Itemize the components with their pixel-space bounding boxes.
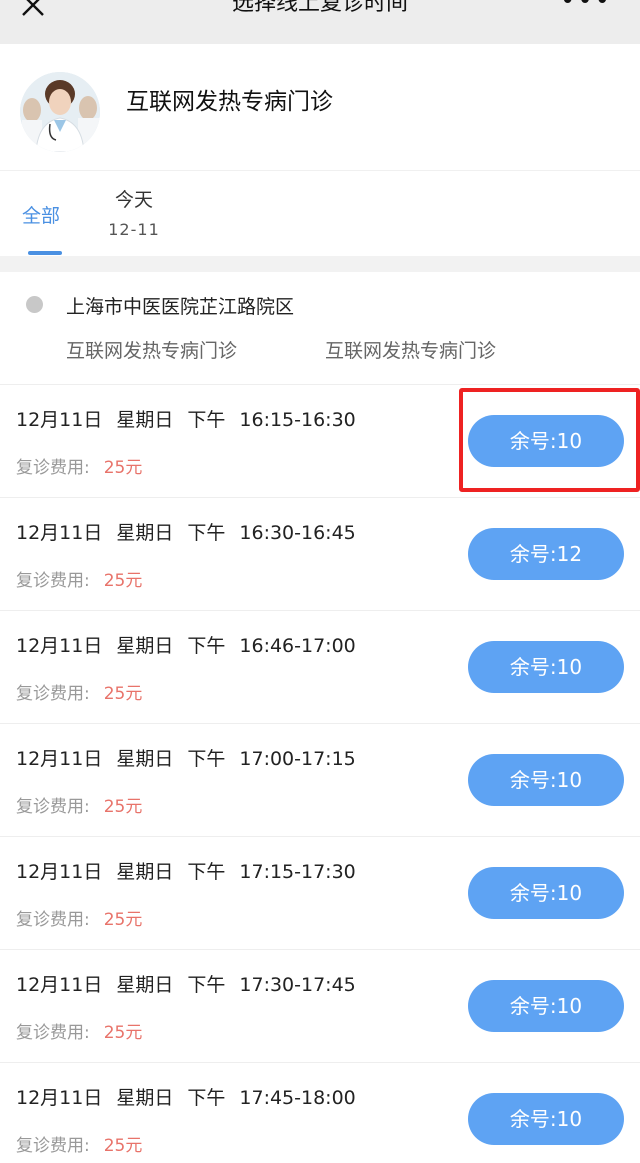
- remaining-slots-button[interactable]: 余号:12: [468, 528, 624, 580]
- slot-weekday: 星期日: [116, 974, 174, 996]
- fee-value: 25元: [103, 910, 143, 930]
- slot-date: 12月11日: [16, 1087, 103, 1109]
- slot-time: 16:15-16:30: [239, 409, 356, 431]
- slot-time: 12月11日 星期日 下午 16:30-16:45: [16, 518, 356, 545]
- tab-today-date: 12-11: [108, 220, 160, 239]
- slot-date: 12月11日: [16, 861, 103, 883]
- slot-time: 12月11日 星期日 下午 17:30-17:45: [16, 970, 356, 997]
- slot-period: 下午: [187, 522, 226, 544]
- clinic-name: 互联网发热专病门诊: [126, 89, 333, 115]
- fee-label: 复诊费用:: [16, 458, 90, 478]
- slot-date: 12月11日: [16, 748, 103, 770]
- slot-date: 12月11日: [16, 974, 103, 996]
- slot-row: 12月11日 星期日 下午 16:30-16:45 复诊费用: 25元 余号:12: [0, 498, 640, 611]
- fee-value: 25元: [103, 1136, 143, 1156]
- slot-time: 17:15-17:30: [239, 861, 356, 883]
- department-label: 互联网发热专病门诊: [325, 340, 497, 362]
- remaining-slots-button[interactable]: 余号:10: [468, 754, 624, 806]
- avatar: [20, 72, 100, 152]
- remaining-slots-button[interactable]: 余号:10: [468, 867, 624, 919]
- slot-period: 下午: [187, 409, 226, 431]
- tab-all[interactable]: 全部: [22, 201, 60, 228]
- date-tabs: 全部 今天 12-11: [0, 170, 640, 256]
- fee-label: 复诊费用:: [16, 1023, 90, 1043]
- fee-label: 复诊费用:: [16, 797, 90, 817]
- slot-row: 12月11日 星期日 下午 16:46-17:00 复诊费用: 25元 余号:10: [0, 611, 640, 724]
- top-bar: 选择线上复诊时间 •••: [0, 0, 640, 44]
- slot-fee-line: 复诊费用: 25元: [16, 679, 142, 704]
- slot-weekday: 星期日: [116, 635, 174, 657]
- fee-label: 复诊费用:: [16, 571, 90, 591]
- fee-value: 25元: [103, 684, 143, 704]
- slot-date: 12月11日: [16, 635, 103, 657]
- slot-time: 17:00-17:15: [239, 748, 356, 770]
- slot-date: 12月11日: [16, 522, 103, 544]
- slot-time: 12月11日 星期日 下午 17:15-17:30: [16, 857, 356, 884]
- remaining-slots-button[interactable]: 余号:10: [468, 980, 624, 1032]
- fee-value: 25元: [103, 571, 143, 591]
- slot-time: 17:30-17:45: [239, 974, 356, 996]
- slot-time: 12月11日 星期日 下午 17:45-18:00: [16, 1083, 356, 1110]
- slot-fee-line: 复诊费用: 25元: [16, 792, 142, 817]
- remaining-slots-button[interactable]: 余号:10: [468, 1093, 624, 1145]
- hospital-dot-icon: [26, 296, 43, 313]
- slot-weekday: 星期日: [116, 1087, 174, 1109]
- slot-period: 下午: [187, 974, 226, 996]
- slot-row: 12月11日 星期日 下午 17:30-17:45 复诊费用: 25元 余号:10: [0, 950, 640, 1063]
- hospital-section: 上海市中医医院芷江路院区 互联网发热专病门诊 互联网发热专病门诊: [0, 272, 640, 385]
- slot-row: 12月11日 星期日 下午 17:15-17:30 复诊费用: 25元 余号:10: [0, 837, 640, 950]
- slot-weekday: 星期日: [116, 522, 174, 544]
- slot-time: 12月11日 星期日 下午 17:00-17:15: [16, 744, 356, 771]
- slot-period: 下午: [187, 861, 226, 883]
- slot-time: 17:45-18:00: [239, 1087, 356, 1109]
- active-tab-indicator: [28, 251, 62, 255]
- slot-fee-line: 复诊费用: 25元: [16, 453, 142, 478]
- slot-time: 12月11日 星期日 下午 16:46-17:00: [16, 631, 356, 658]
- slot-date: 12月11日: [16, 409, 103, 431]
- department-label: 互联网发热专病门诊: [66, 340, 238, 362]
- slot-row: 12月11日 星期日 下午 17:45-18:00 复诊费用: 25元 余号:10: [0, 1063, 640, 1163]
- tab-today-label: 今天: [114, 189, 153, 211]
- fee-value: 25元: [103, 797, 143, 817]
- hospital-name: 上海市中医医院芷江路院区: [66, 296, 295, 318]
- more-icon: •••: [559, 0, 612, 16]
- slot-fee-line: 复诊费用: 25元: [16, 1131, 142, 1156]
- slot-time: 12月11日 星期日 下午 16:15-16:30: [16, 405, 356, 432]
- slot-time: 16:46-17:00: [239, 635, 356, 657]
- fee-label: 复诊费用:: [16, 684, 90, 704]
- slot-weekday: 星期日: [116, 409, 174, 431]
- more-button[interactable]: •••: [560, 0, 612, 16]
- slot-weekday: 星期日: [116, 861, 174, 883]
- slot-row: 12月11日 星期日 下午 17:00-17:15 复诊费用: 25元 余号:10: [0, 724, 640, 837]
- slot-period: 下午: [187, 1087, 226, 1109]
- highlight-box: [459, 388, 640, 492]
- slot-period: 下午: [187, 635, 226, 657]
- fee-label: 复诊费用:: [16, 910, 90, 930]
- slot-fee-line: 复诊费用: 25元: [16, 905, 142, 930]
- fee-label: 复诊费用:: [16, 1136, 90, 1156]
- slot-time: 16:30-16:45: [239, 522, 356, 544]
- slot-fee-line: 复诊费用: 25元: [16, 566, 142, 591]
- fee-value: 25元: [103, 1023, 143, 1043]
- remaining-slots-button[interactable]: 余号:10: [468, 641, 624, 693]
- clinic-header: 互联网发热专病门诊: [0, 44, 640, 170]
- slot-weekday: 星期日: [116, 748, 174, 770]
- tab-today[interactable]: 今天 12-11: [104, 185, 164, 239]
- slot-fee-line: 复诊费用: 25元: [16, 1018, 142, 1043]
- slot-period: 下午: [187, 748, 226, 770]
- page-title: 选择线上复诊时间: [231, 0, 408, 16]
- section-divider: [0, 256, 640, 272]
- fee-value: 25元: [103, 458, 143, 478]
